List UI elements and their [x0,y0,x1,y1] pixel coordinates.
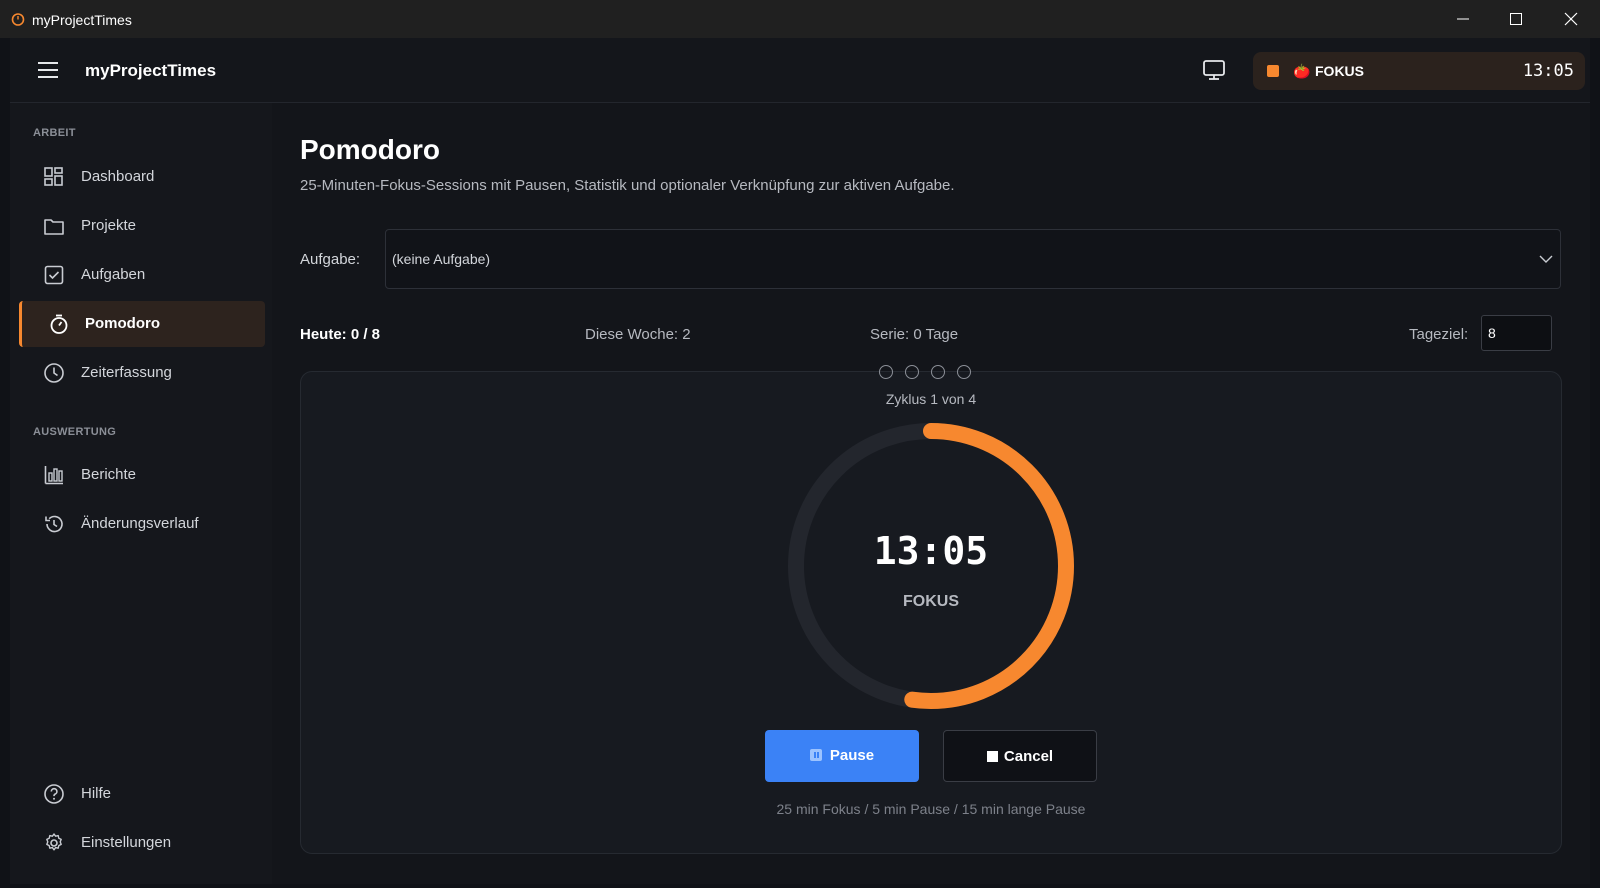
window-titlebar: myProjectTimes [0,0,1600,38]
sidebar-item-dashboard[interactable]: Dashboard [19,154,262,200]
stat-today: Heute: 0 / 8 [300,326,381,343]
app-name: myProjectTimes [85,61,217,80]
cycle-text: Zyklus 1 von 4 [885,391,977,407]
sidebar-item-label: Einstellungen [81,834,172,851]
stat-week: Diese Woche: 2 [585,326,691,343]
pause-button[interactable]: Pause [765,730,919,782]
sidebar-item-einstellungen[interactable]: Einstellungen [19,820,262,866]
pause-button-label: Pause [829,747,875,764]
sidebar-item-aenderungsverlauf[interactable]: Änderungsverlauf [19,501,262,547]
sidebar-item-label: Pomodoro [85,315,160,332]
stop-icon[interactable] [1267,65,1279,77]
stopwatch-icon [50,314,68,334]
task-select[interactable]: (keine Aufgabe) [385,229,1561,289]
sidebar-item-projekte[interactable]: Projekte [19,203,262,249]
sidebar-item-label: Projekte [81,217,137,234]
clock-icon [44,363,64,383]
bar-chart-icon [44,466,63,485]
monitor-icon[interactable] [1202,58,1226,82]
sidebar-item-label: Dashboard [81,168,155,185]
dashboard-icon [44,167,63,186]
task-label: Aufgabe: [300,251,361,268]
checkbox-icon [44,265,64,285]
cycle-indicator-dot [957,365,971,379]
cycle-indicator-dot [879,365,893,379]
daily-goal-label: Tageziel: [1409,326,1469,343]
folder-icon [44,219,64,235]
sidebar-item-label: Aufgaben [81,266,146,283]
app-logo-icon [11,13,25,26]
maximize-button[interactable] [1490,0,1542,38]
minimize-button[interactable] [1437,0,1489,38]
pause-icon [809,749,822,761]
cycle-indicator-dot [931,365,945,379]
chevron-down-icon [1539,255,1553,263]
hamburger-menu-icon[interactable] [38,61,58,79]
sidebar-item-label: Änderungsverlauf [81,515,199,532]
sidebar-item-aufgaben[interactable]: Aufgaben [19,252,262,298]
timer-time: 13:05 [1522,61,1574,81]
maximize-icon [1510,13,1522,25]
sidebar-item-pomodoro[interactable]: Pomodoro [19,301,265,347]
close-icon [1564,12,1578,26]
sidebar-section-auswertung: AUSWERTUNG [33,426,117,438]
daily-goal-input[interactable] [1481,315,1552,351]
timer-mode-label: FOKUS [1315,63,1364,79]
tomato-icon: 🍅 [1293,63,1311,79]
sidebar-item-berichte[interactable]: Berichte [19,452,262,498]
page-subtitle: 25-Minuten-Fokus-Sessions mit Pausen, St… [300,177,955,194]
sidebar-item-label: Hilfe [81,785,112,802]
stop-icon [986,751,998,762]
sidebar-item-label: Zeiterfassung [81,364,172,381]
history-icon [45,515,63,533]
timer-mode: FOKUS [903,593,959,610]
task-select-value: (keine Aufgabe) [392,251,491,267]
window-title: myProjectTimes [32,12,132,28]
minimize-icon [1457,18,1469,20]
stat-streak: Serie: 0 Tage [870,326,959,343]
cycle-indicator-dot [905,365,919,379]
duration-settings-text: 25 min Fokus / 5 min Pause / 15 min lang… [776,801,1086,817]
cancel-button[interactable]: Cancel [943,730,1097,782]
sidebar-item-zeiterfassung[interactable]: Zeiterfassung [19,350,262,396]
cancel-button-label: Cancel [1003,748,1054,765]
active-timer-pill[interactable]: 🍅 FOKUS 13:05 [1253,52,1585,90]
sidebar-section-arbeit: ARBEIT [33,127,76,139]
timer-countdown: 13:05 [873,529,989,573]
gear-icon [46,833,62,851]
close-button[interactable] [1545,0,1597,38]
page-title: Pomodoro [300,134,440,165]
sidebar-item-label: Berichte [81,466,137,483]
